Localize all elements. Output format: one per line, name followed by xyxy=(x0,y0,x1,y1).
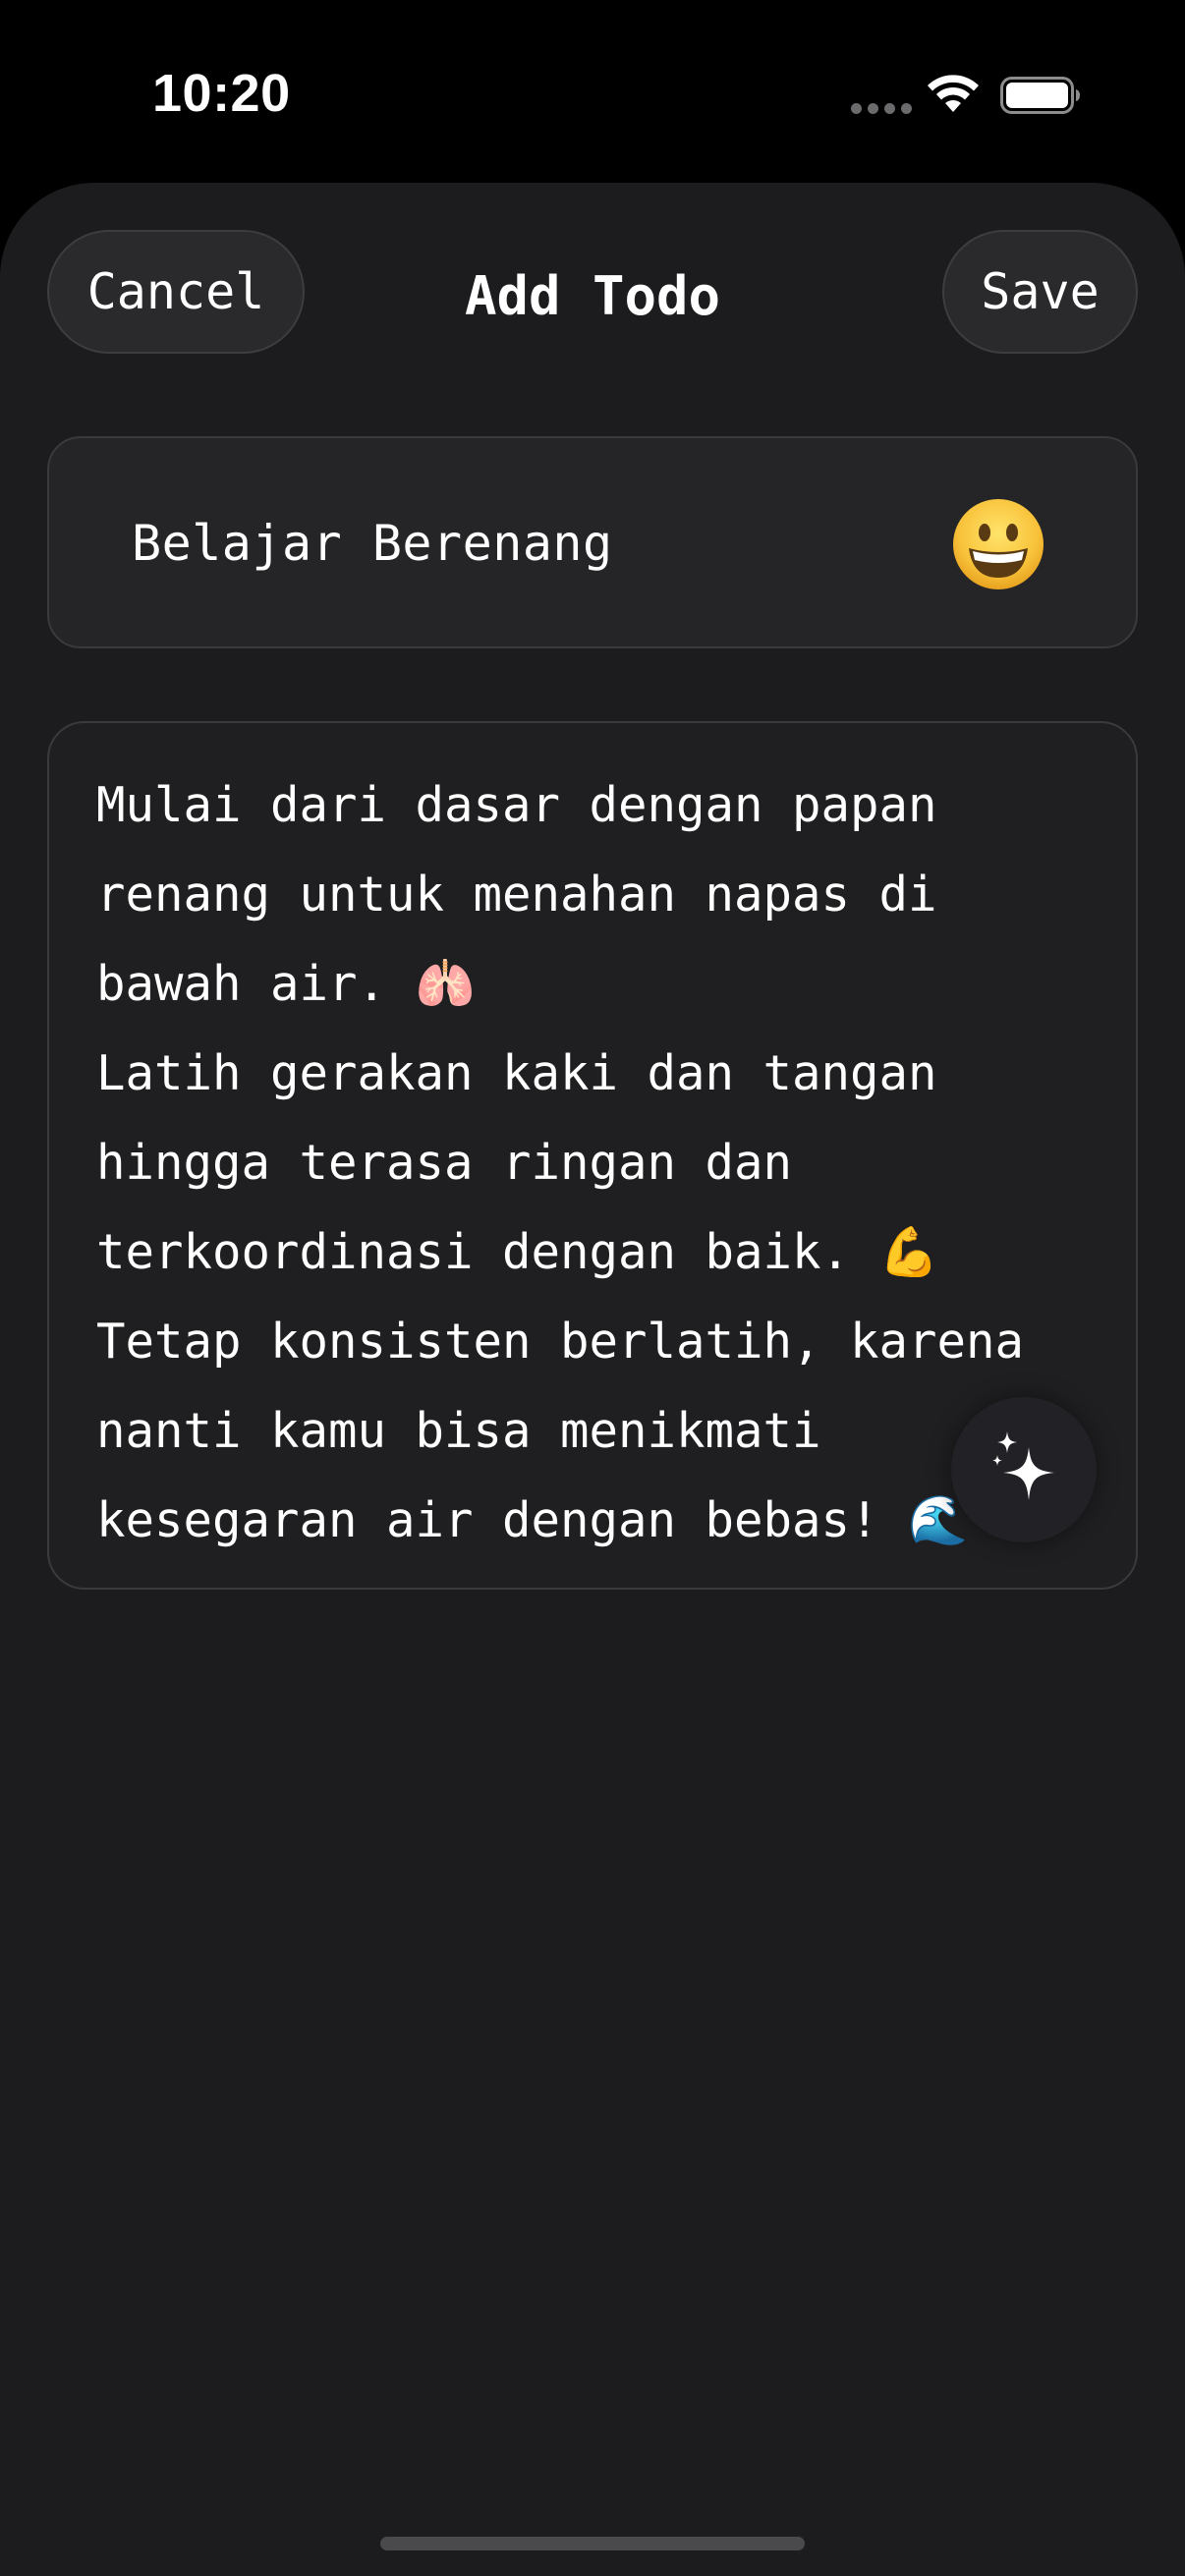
title-input[interactable]: Belajar Berenang xyxy=(132,515,613,572)
status-time: 10:20 xyxy=(152,64,291,123)
grinning-face-icon[interactable] xyxy=(951,497,1045,591)
ai-sparkle-button[interactable] xyxy=(951,1397,1097,1542)
cellular-signal-icon xyxy=(851,103,912,114)
description-field[interactable]: Mulai dari dasar dengan papan renang unt… xyxy=(47,721,1138,1590)
battery-icon xyxy=(1000,77,1080,114)
sparkles-icon xyxy=(992,1431,1054,1500)
title-field[interactable]: Belajar Berenang xyxy=(47,436,1138,648)
wifi-icon xyxy=(928,75,979,112)
status-bar: 10:20 xyxy=(0,0,1185,187)
cancel-button[interactable]: Cancel xyxy=(47,230,305,354)
save-button[interactable]: Save xyxy=(942,230,1138,354)
home-indicator[interactable] xyxy=(380,2537,805,2550)
add-todo-sheet: Cancel Add Todo Save Belajar Berenang Mu… xyxy=(0,183,1185,2576)
page-title: Add Todo xyxy=(464,265,721,327)
